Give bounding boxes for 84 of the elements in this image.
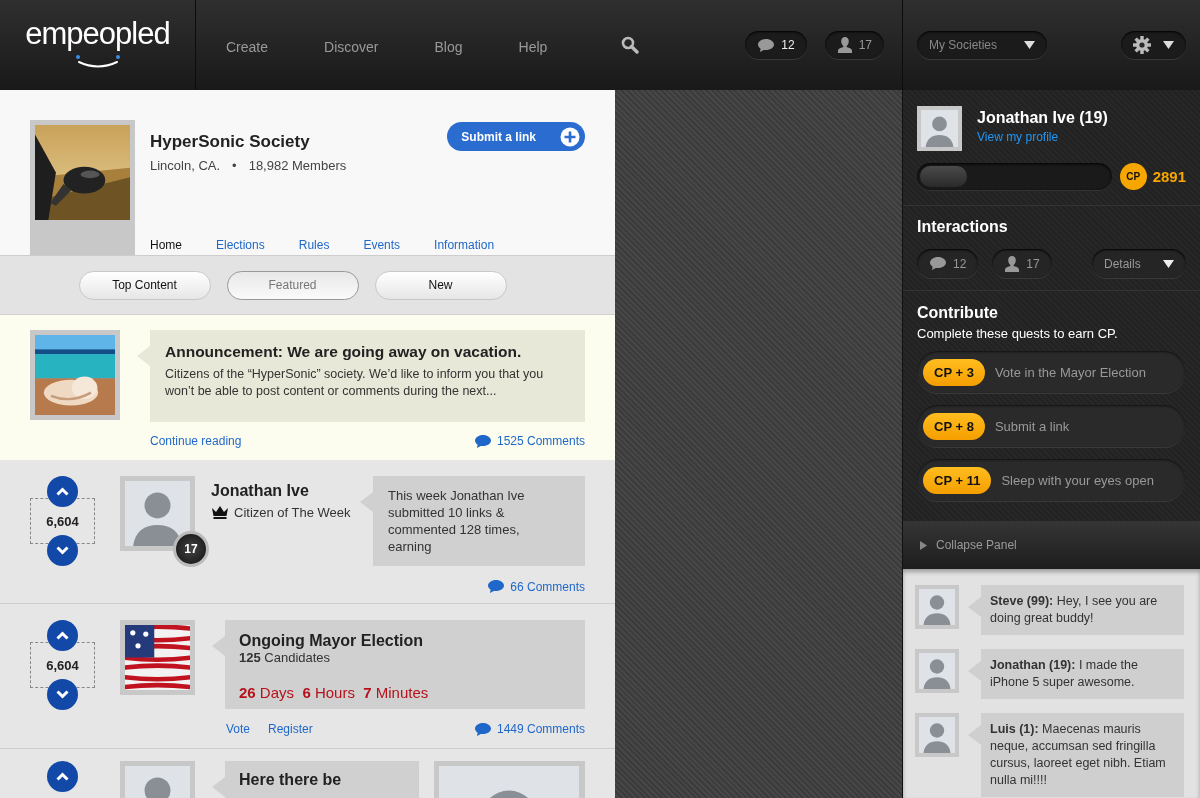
reward-badge: CP + 8: [923, 412, 985, 440]
caret-icon: [1163, 41, 1174, 49]
action-link[interactable]: Register: [268, 722, 313, 736]
view-profile-link[interactable]: View my profile: [977, 130, 1108, 144]
logo: empeopled: [25, 16, 170, 52]
chevron-down-icon: [56, 690, 69, 699]
location: Lincoln, CA.: [150, 158, 221, 173]
separator-dot: •: [232, 158, 237, 173]
messages-button[interactable]: 12: [917, 249, 979, 278]
tab-link[interactable]: Events: [363, 238, 401, 252]
filter-tab[interactable]: New: [374, 270, 507, 300]
quest-button[interactable]: CP + 8 Submit a link: [917, 405, 1185, 447]
tab-link[interactable]: Rules: [298, 238, 330, 252]
comments-link[interactable]: 1525 Comments: [473, 433, 585, 449]
member-count: 18,982 Members: [248, 158, 347, 173]
chevron-up-icon: [56, 487, 69, 496]
nav-link[interactable]: Create: [226, 38, 269, 55]
profile-name: Jonathan Ive (19): [977, 109, 1108, 127]
submit-link-button[interactable]: Submit a link: [447, 122, 585, 151]
messages-button[interactable]: 12: [745, 31, 807, 59]
continue-reading-link[interactable]: Continue reading: [150, 434, 242, 448]
candidate-count: 125 Candidates: [239, 649, 332, 666]
citizen-name: Jonathan Ive: [211, 482, 310, 500]
collapse-panel-button[interactable]: Collapse Panel: [903, 521, 1200, 569]
post-title: Here there be: [239, 771, 343, 788]
smile-icon: [73, 54, 122, 68]
countdown: 26 Days 6 Hours 7 Minutes: [239, 684, 430, 701]
upvote-button[interactable]: [47, 761, 78, 792]
tab-link[interactable]: Information: [434, 238, 495, 252]
settings-icon: [1133, 36, 1151, 54]
cp-coin: CP: [1119, 163, 1147, 190]
caret-icon: [1024, 41, 1035, 49]
comment-text: Jonathan (19): I made the iPhone 5 super awesome.: [990, 657, 1139, 691]
details-dropdown[interactable]: Details: [1092, 249, 1186, 278]
nav-link[interactable]: Discover: [324, 38, 379, 55]
upvote-button[interactable]: [47, 620, 78, 651]
caret-icon: [1163, 259, 1174, 268]
citizen-summary: This week Jonathan Ive submitted 10 links & commented 128 times, earning: [388, 487, 526, 555]
comments-link[interactable]: 1449 Comments: [473, 721, 585, 737]
downvote-button[interactable]: [47, 535, 78, 566]
comments-link[interactable]: 66 Comments: [487, 579, 585, 594]
crown-icon: [211, 506, 229, 519]
nav-link[interactable]: Blog: [434, 38, 463, 55]
announcement-text: Citizens of the “HyperSonic” society. We’d like to inform you that you won’t be able to post content or comments during the next...: [165, 366, 545, 400]
reward-badge: CP + 3: [923, 358, 985, 386]
triangle-icon: [920, 540, 927, 550]
announcement-title: Announcement: We are going away on vacation.: [165, 343, 523, 360]
comment-icon: [487, 579, 506, 594]
chevron-up-icon: [56, 772, 69, 781]
speech-bubble-icon: [929, 256, 947, 271]
tab-link[interactable]: Elections: [216, 238, 265, 252]
search-icon[interactable]: [621, 36, 640, 54]
section-subtitle: Complete these quests to earn CP.: [917, 326, 1119, 341]
cp-total: 2891: [1152, 168, 1186, 185]
filter-tab[interactable]: Top Content: [78, 270, 211, 300]
level-badge: 17: [173, 531, 209, 567]
chevron-down-icon: [56, 546, 69, 555]
person-icon: [1004, 254, 1021, 273]
section-title: Interactions: [917, 218, 1009, 236]
downvote-button[interactable]: [47, 679, 78, 710]
upvote-button[interactable]: [47, 476, 78, 507]
plus-icon: [560, 126, 580, 147]
followers-button[interactable]: 17: [824, 31, 884, 59]
societies-dropdown[interactable]: My Societies: [917, 31, 1047, 59]
speech-bubble-icon: [757, 37, 776, 53]
comment-icon: [473, 721, 492, 737]
comment-text: Luis (1): Maecenas mauris neque, accumsan sed fringilla cursus, laoreet eget nibh. Etiam nulla mi!!!!: [990, 721, 1167, 789]
quest-button[interactable]: CP + 3 Vote in the Mayor Election: [917, 351, 1185, 393]
comment-text: Steve (99): Hey, I see you are doing great buddy!: [990, 593, 1159, 627]
quest-button[interactable]: CP + 11 Sleep with your eyes open: [917, 459, 1185, 501]
citizen-title: Citizen of The Week: [234, 505, 351, 520]
reward-badge: CP + 11: [923, 466, 992, 494]
settings-button[interactable]: [1121, 31, 1186, 59]
comment-icon: [473, 433, 492, 449]
society-name: HyperSonic Society: [150, 132, 311, 152]
election-title: Ongoing Mayor Election: [239, 632, 424, 649]
nav-link[interactable]: Help: [518, 38, 548, 55]
followers-button[interactable]: 17: [992, 249, 1052, 278]
chevron-up-icon: [56, 631, 69, 640]
person-icon: [836, 36, 853, 54]
action-link[interactable]: Vote: [226, 722, 251, 736]
filter-tab[interactable]: Featured: [226, 270, 359, 300]
section-title: Contribute: [917, 304, 999, 322]
tab-link[interactable]: Home: [150, 238, 182, 252]
